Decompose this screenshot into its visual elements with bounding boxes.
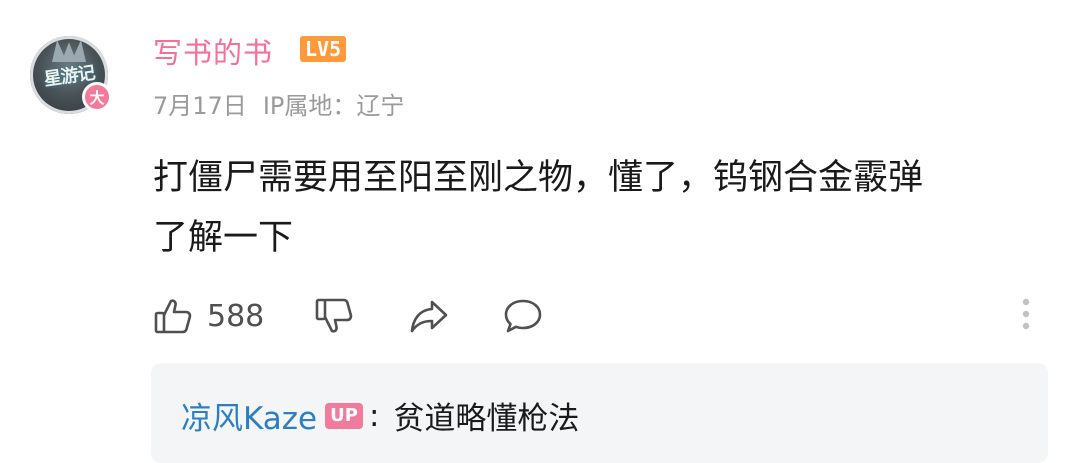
thumbs-up-icon[interactable] <box>153 296 193 336</box>
reply-username[interactable]: 凉风Kaze <box>181 393 317 438</box>
comment-meta: 7月17日 IP属地：辽宁 <box>153 86 420 121</box>
comment-text-line: 打僵尸需要用至阳至刚之物，懂了，钨钢合金霰弹 <box>153 158 924 198</box>
avatar-decoration <box>52 40 86 62</box>
reply-line: 凉风Kaze UP : 贫道略懂枪法 <box>181 393 579 438</box>
avatar-vip-badge: 大 <box>82 82 112 112</box>
comment-icon[interactable] <box>502 296 542 336</box>
level-badge: LV5 <box>300 36 347 62</box>
like-count: 588 <box>207 298 265 334</box>
reply-separator: : <box>368 397 380 434</box>
comment-username[interactable]: 写书的书 <box>153 30 273 72</box>
ip-location: IP属地：辽宁 <box>262 92 405 120</box>
comment-text-line: 了解一下 <box>153 218 294 258</box>
reply-text: 贫道略懂枪法 <box>393 401 580 437</box>
more-icon[interactable] <box>1016 294 1036 334</box>
thumbs-down-icon[interactable] <box>314 296 354 336</box>
reply-preview[interactable]: 凉风Kaze UP : 贫道略懂枪法 <box>151 363 1048 463</box>
comment-date: 7月17日 <box>153 92 247 120</box>
share-icon[interactable] <box>408 296 448 336</box>
comment-actions: 588 <box>153 294 542 338</box>
comment-text: 打僵尸需要用至阳至刚之物，懂了，钨钢合金霰弹 了解一下 <box>153 148 1033 268</box>
up-badge: UP <box>325 402 363 429</box>
